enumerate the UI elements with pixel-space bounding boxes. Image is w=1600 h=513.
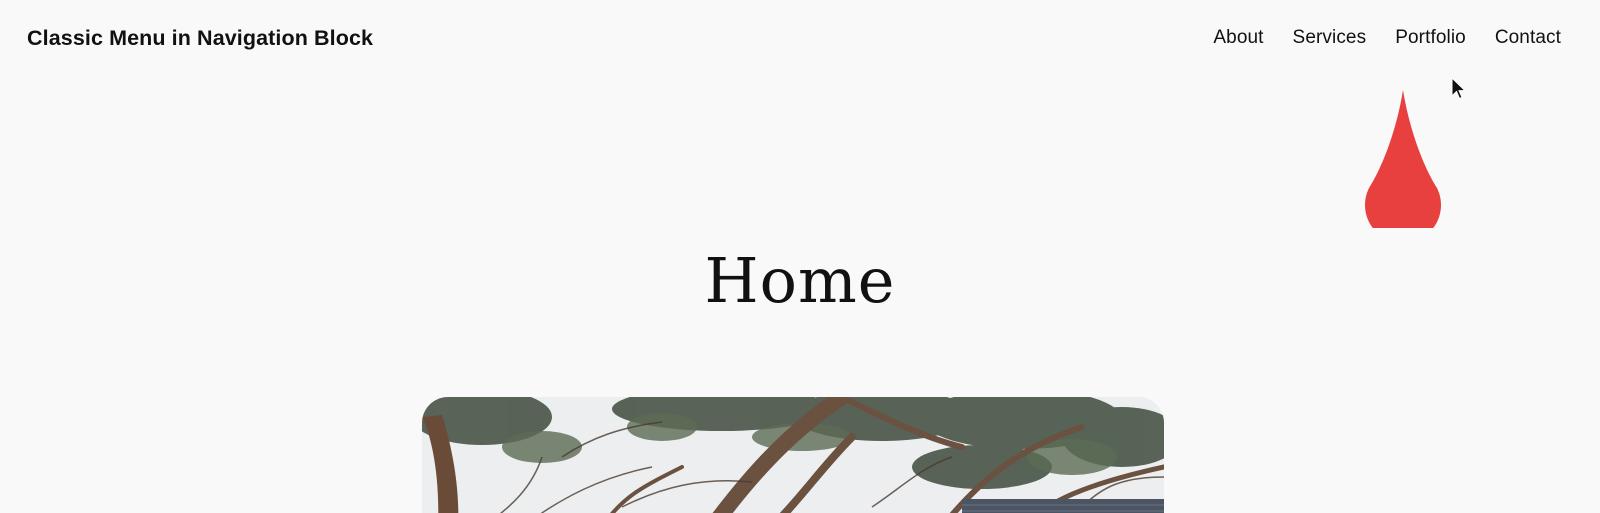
navigation-menu: About Services Portfolio Contact bbox=[1213, 27, 1561, 49]
nav-item-contact[interactable]: Contact bbox=[1495, 27, 1561, 49]
mouse-pointer-icon bbox=[1451, 77, 1467, 100]
site-header: Classic Menu in Navigation Block About S… bbox=[0, 0, 1600, 84]
nav-item-portfolio[interactable]: Portfolio bbox=[1395, 27, 1466, 49]
page-title: Home bbox=[704, 244, 896, 317]
hero-image bbox=[422, 397, 1164, 513]
red-drop-icon bbox=[1365, 90, 1441, 228]
tree-branches-illustration bbox=[422, 397, 1164, 513]
nav-item-about[interactable]: About bbox=[1213, 27, 1263, 49]
site-title[interactable]: Classic Menu in Navigation Block bbox=[27, 26, 373, 51]
nav-item-services[interactable]: Services bbox=[1293, 27, 1367, 49]
